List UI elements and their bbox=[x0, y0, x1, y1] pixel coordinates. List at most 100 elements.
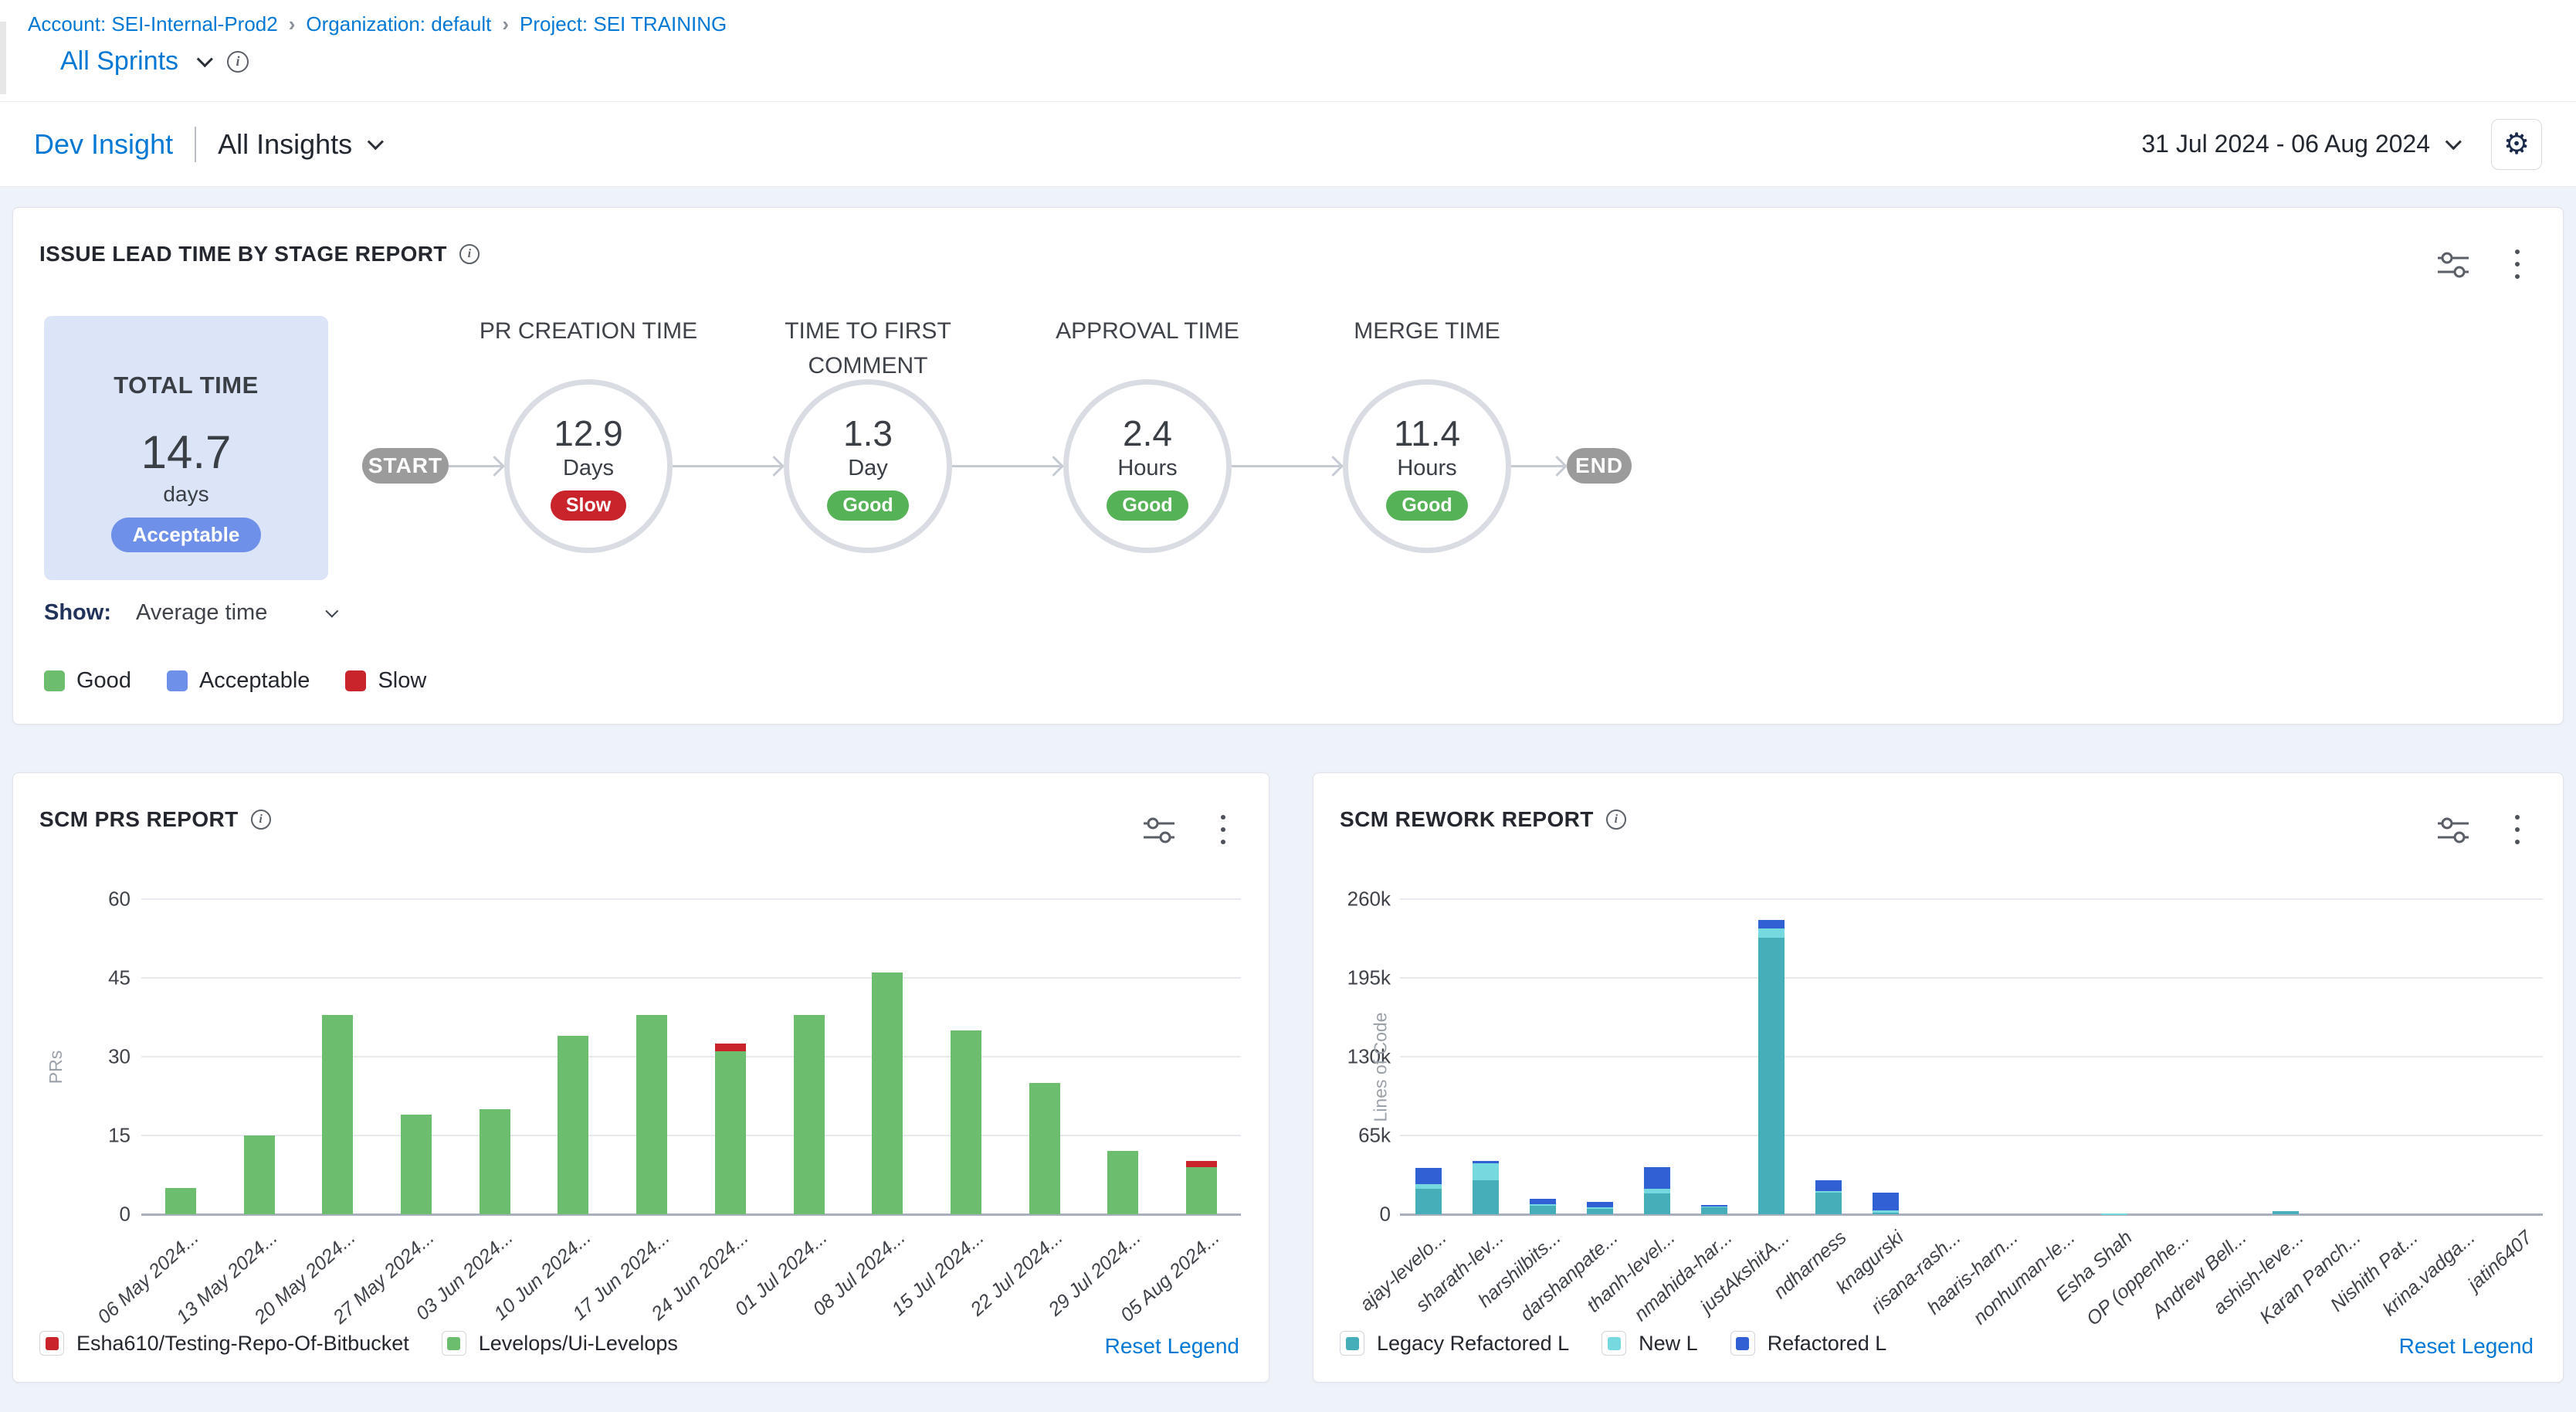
dev-insight-link[interactable]: Dev Insight bbox=[34, 128, 173, 161]
bar-segment bbox=[1758, 920, 1785, 928]
breadcrumb-separator: › bbox=[289, 12, 296, 36]
chevron-down-icon bbox=[2446, 134, 2462, 150]
sprint-selector[interactable]: All Sprints i bbox=[60, 46, 249, 76]
legend-item-acceptable: Acceptable bbox=[167, 668, 310, 694]
bar-segment bbox=[1873, 1213, 1899, 1214]
breadcrumb-account-link[interactable]: Account: SEI-Internal-Prod2 bbox=[28, 12, 278, 36]
legend-checkbox[interactable] bbox=[442, 1331, 466, 1356]
header-divider bbox=[195, 127, 196, 162]
stage-name: APPROVAL TIME bbox=[1032, 314, 1263, 348]
bar-segment bbox=[1473, 1163, 1499, 1180]
stage-value: 12.9 bbox=[554, 412, 623, 454]
chevron-down-icon bbox=[368, 134, 384, 150]
stage-name: TIME TO FIRST COMMENT bbox=[752, 314, 984, 383]
y-axis-tick-label: 45 bbox=[38, 966, 130, 990]
total-time-label: TOTAL TIME bbox=[114, 372, 259, 399]
left-edge-artifact bbox=[0, 22, 6, 94]
chevron-down-icon[interactable] bbox=[197, 51, 213, 67]
legend-item-levelops-ui[interactable]: Levelops/Ui-Levelops bbox=[442, 1331, 678, 1356]
legend-item-refactored-lines[interactable]: Refactored L bbox=[1730, 1331, 1887, 1356]
flow-arrow bbox=[449, 456, 504, 476]
stage-circle[interactable]: 1.3 Day Good bbox=[784, 379, 952, 553]
bar-segment bbox=[1701, 1207, 1727, 1214]
y-axis-tick-label: 0 bbox=[38, 1203, 130, 1227]
stage-pr-creation-time[interactable]: PR CREATION TIME 12.9 Days Slow bbox=[504, 379, 673, 553]
legend-checkbox[interactable] bbox=[1602, 1331, 1626, 1356]
legend-item-good: Good bbox=[44, 668, 131, 694]
legend-item-legacy-refactored[interactable]: Legacy Refactored L bbox=[1340, 1331, 1569, 1356]
x-axis-label: Karan Panch... bbox=[2256, 1227, 2365, 1329]
scm-prs-report-panel: SCM PRS REPORT i 015304560PRs06 May 2024… bbox=[12, 772, 1269, 1383]
gridline bbox=[141, 977, 1241, 979]
flow-arrow bbox=[952, 456, 1063, 476]
gridline bbox=[141, 1056, 1241, 1057]
stage-merge-time[interactable]: MERGE TIME 11.4 Hours Good bbox=[1343, 379, 1511, 553]
stage-value: 11.4 bbox=[1394, 412, 1460, 454]
reset-legend-link[interactable]: Reset Legend bbox=[1105, 1334, 1239, 1359]
bar-segment bbox=[1644, 1193, 1670, 1214]
y-axis-tick-label: 65k bbox=[1298, 1124, 1391, 1148]
bar-segment bbox=[1815, 1191, 1842, 1193]
bar-segment bbox=[1644, 1189, 1670, 1193]
breadcrumb-organization-link[interactable]: Organization: default bbox=[306, 12, 491, 36]
stage-value: 1.3 bbox=[843, 412, 893, 454]
bar-segment bbox=[2273, 1211, 2299, 1214]
kebab-menu-icon[interactable] bbox=[2510, 248, 2524, 280]
settings-button[interactable]: ⚙ bbox=[2491, 119, 2542, 170]
bar-segment bbox=[1415, 1189, 1442, 1214]
legend-label: Refactored L bbox=[1768, 1332, 1887, 1356]
legend-item-esha610-repo[interactable]: Esha610/Testing-Repo-Of-Bitbucket bbox=[39, 1331, 409, 1356]
reset-legend-link[interactable]: Reset Legend bbox=[2399, 1334, 2534, 1359]
bar-segment bbox=[1473, 1180, 1499, 1214]
legend-checkbox[interactable] bbox=[1730, 1331, 1755, 1356]
bar-segment bbox=[1587, 1202, 1613, 1208]
scm-rework-report-panel: SCM REWORK REPORT i 065k130k195k260kLine… bbox=[1313, 772, 2564, 1383]
stage-circle[interactable]: 2.4 Hours Good bbox=[1063, 379, 1232, 553]
stage-approval-time[interactable]: APPROVAL TIME 2.4 Hours Good bbox=[1063, 379, 1232, 553]
bar-segment bbox=[558, 1036, 588, 1214]
legend-checkbox[interactable] bbox=[39, 1331, 64, 1356]
legend-swatch bbox=[44, 670, 65, 691]
bar-segment bbox=[1473, 1161, 1499, 1163]
bar-segment bbox=[1186, 1161, 1217, 1167]
rework-bar-chart: 065k130k195k260kLines of Codeajay-levelo… bbox=[1313, 773, 2563, 1382]
legend-checkbox[interactable] bbox=[1340, 1331, 1364, 1356]
y-axis-title: Lines of Code bbox=[1370, 1013, 1391, 1122]
breadcrumb-separator: › bbox=[502, 12, 509, 36]
bar-segment bbox=[1873, 1210, 1899, 1213]
sprint-selector-label[interactable]: All Sprints bbox=[60, 46, 178, 76]
chevron-down-icon[interactable] bbox=[325, 604, 338, 617]
bar-segment bbox=[480, 1109, 510, 1214]
legend-label: Good bbox=[76, 668, 131, 694]
all-insights-label: All Insights bbox=[218, 128, 352, 161]
stage-flow: START PR CREATION TIME 12.9 Days Slow TI… bbox=[362, 314, 1632, 553]
legend-item-new-lines[interactable]: New L bbox=[1602, 1331, 1698, 1356]
prs-chart-legend: Esha610/Testing-Repo-Of-Bitbucket Levelo… bbox=[39, 1331, 678, 1356]
bar-segment bbox=[1415, 1184, 1442, 1189]
bar-segment bbox=[1873, 1193, 1899, 1211]
info-icon[interactable]: i bbox=[459, 244, 480, 264]
gridline bbox=[1400, 898, 2543, 900]
bar-segment bbox=[715, 1051, 746, 1214]
stage-time-to-first-comment[interactable]: TIME TO FIRST COMMENT 1.3 Day Good bbox=[784, 379, 952, 553]
bar-segment bbox=[244, 1135, 275, 1214]
stage-circle[interactable]: 11.4 Hours Good bbox=[1343, 379, 1511, 553]
bar-segment bbox=[1029, 1083, 1060, 1214]
all-insights-dropdown[interactable]: All Insights bbox=[218, 128, 379, 161]
y-axis-tick-label: 15 bbox=[38, 1124, 130, 1148]
info-icon[interactable]: i bbox=[227, 51, 249, 73]
bar-segment bbox=[2101, 1213, 2127, 1215]
filter-settings-icon[interactable] bbox=[2436, 249, 2470, 280]
gridline bbox=[1400, 1056, 2543, 1057]
stage-name: PR CREATION TIME bbox=[473, 314, 704, 348]
stage-rating-badge: Slow bbox=[551, 490, 626, 521]
stage-circle[interactable]: 12.9 Days Slow bbox=[504, 379, 673, 553]
breadcrumb-project-link[interactable]: Project: SEI TRAINING bbox=[520, 12, 727, 36]
show-label: Show: bbox=[44, 600, 111, 626]
date-range-picker[interactable]: 31 Jul 2024 - 06 Aug 2024 bbox=[2141, 130, 2457, 158]
dashboard-content: ISSUE LEAD TIME BY STAGE REPORT i TOTAL … bbox=[0, 187, 2576, 1412]
legend-label: Acceptable bbox=[199, 668, 310, 694]
legend-swatch bbox=[167, 670, 188, 691]
show-dropdown[interactable]: Average time bbox=[136, 600, 267, 626]
flow-arrow bbox=[1232, 456, 1343, 476]
